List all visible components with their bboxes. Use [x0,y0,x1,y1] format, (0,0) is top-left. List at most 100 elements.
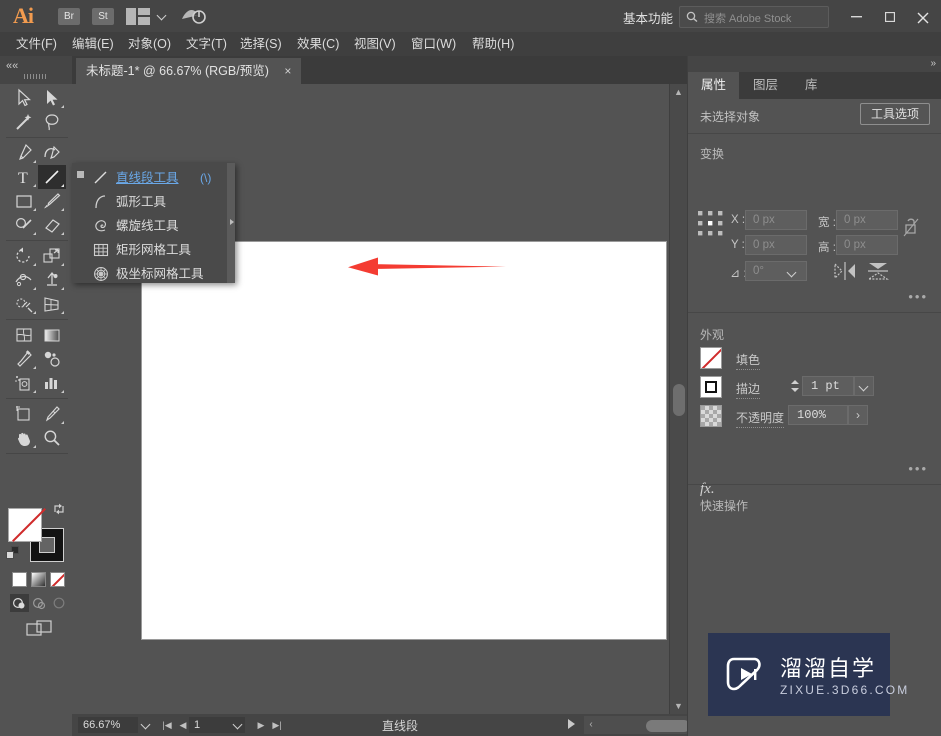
menu-help[interactable]: 帮助(H) [466,32,520,56]
blend-tool[interactable] [38,347,66,371]
angle-chevron-down-icon[interactable] [788,269,797,278]
artboard-chevron-down-icon[interactable] [234,721,243,730]
swap-fill-stroke-icon[interactable] [52,502,66,516]
previous-artboard-button[interactable]: ◀ [176,718,190,732]
close-button[interactable] [906,0,939,32]
rotate-tool[interactable] [10,244,38,268]
menu-object[interactable]: 对象(O) [122,32,177,56]
stroke-black-swatch[interactable] [700,376,722,398]
flip-horizontal-icon[interactable] [833,261,857,284]
width-input[interactable]: 0 px [836,210,898,230]
draw-normal-icon[interactable] [10,594,29,612]
artboard[interactable] [141,241,667,640]
artboard-tool[interactable] [10,402,38,426]
menu-effect[interactable]: 效果(C) [291,32,345,56]
tear-off-handle-icon[interactable] [227,163,235,283]
lasso-tool[interactable] [38,110,66,134]
minimize-button[interactable] [840,0,873,32]
panel-grip-icon[interactable] [24,74,50,79]
next-artboard-button[interactable]: ▶ [254,718,268,732]
default-fill-stroke-icon[interactable] [6,546,21,561]
zoom-chevron-down-icon[interactable] [142,721,151,730]
hand-tool[interactable] [10,426,38,450]
chevron-down-icon[interactable] [158,12,167,21]
type-tool[interactable]: T [10,165,38,189]
eyedropper-tool[interactable] [10,347,38,371]
line-segment-tool[interactable] [38,165,66,189]
tool-options-button[interactable]: 工具选项 [859,103,930,125]
paintbrush-tool[interactable] [38,189,66,213]
last-artboard-button[interactable]: ▶| [270,718,284,732]
scroll-down-icon[interactable]: ▼ [670,698,687,714]
fill-none-swatch[interactable] [700,347,722,369]
reference-point-widget[interactable] [698,211,723,236]
current-tool-label[interactable]: 直线段 [382,717,418,734]
draw-inside-icon[interactable] [50,594,69,612]
bridge-button[interactable]: Br [58,8,80,25]
eraser-tool[interactable] [38,213,66,237]
stroke-options-dropdown[interactable] [854,376,874,396]
symbol-sprayer-tool[interactable] [10,371,38,395]
x-input[interactable]: 0 px [745,210,807,230]
stroke-weight-stepper[interactable] [788,376,801,396]
menu-file[interactable]: 文件(F) [10,32,63,56]
workspace-switcher[interactable]: 基本功能 [623,8,673,27]
height-input[interactable]: 0 px [836,235,898,255]
flyout-item-rectangular-grid-tool[interactable]: 矩形网格工具 [72,238,227,262]
column-graph-tool[interactable] [38,371,66,395]
menu-select[interactable]: 选择(S) [234,32,288,56]
perspective-grid-tool[interactable] [38,292,66,316]
menu-edit[interactable]: 编辑(E) [66,32,120,56]
maximize-button[interactable] [873,0,906,32]
scroll-up-icon[interactable]: ▲ [670,84,687,100]
vertical-scroll-thumb[interactable] [673,384,685,416]
color-swatch-button[interactable] [12,572,27,587]
canvas-vertical-scrollbar[interactable]: ▲ ▼ [669,84,687,714]
none-swatch-button[interactable] [50,572,65,587]
opacity-input[interactable]: 100% [788,405,848,425]
search-input[interactable]: 搜索 Adobe Stock [679,6,829,28]
constrain-proportions-icon[interactable] [903,217,919,242]
pen-tool[interactable] [10,141,38,165]
first-artboard-button[interactable]: |◀ [160,718,174,732]
tab-layers[interactable]: 图层 [740,72,791,99]
angle-input[interactable]: 0° [745,261,807,281]
shape-builder-tool[interactable] [10,292,38,316]
flyout-item-line-segment-tool[interactable]: 直线段工具 (\) [72,166,227,190]
shaper-tool[interactable] [10,213,38,237]
direct-selection-tool[interactable] [38,86,66,110]
slice-tool[interactable] [38,402,66,426]
tab-properties[interactable]: 属性 [688,72,740,99]
change-screen-mode-icon[interactable] [26,620,54,640]
gradient-tool[interactable] [38,323,66,347]
close-icon[interactable]: × [284,64,291,78]
menu-window[interactable]: 窗口(W) [405,32,462,56]
horizontal-scroll-thumb[interactable] [646,720,690,732]
stroke-weight-input[interactable]: 1 pt [802,376,854,396]
draw-behind-icon[interactable] [30,594,49,612]
stock-button[interactable]: St [92,8,114,25]
width-tool[interactable] [10,268,38,292]
curvature-tool[interactable] [38,141,66,165]
gradient-swatch-button[interactable] [31,572,46,587]
transform-more-options-button[interactable]: ••• [908,289,928,304]
creative-cloud-icon[interactable] [180,7,206,26]
opacity-options-button[interactable]: › [848,405,868,425]
selection-tool[interactable] [10,86,38,110]
flyout-item-polar-grid-tool[interactable]: 极坐标网格工具 [72,262,227,286]
zoom-level-input[interactable]: 66.67% [78,717,138,733]
flyout-item-arc-tool[interactable]: 弧形工具 [72,190,227,214]
menu-view[interactable]: 视图(V) [348,32,402,56]
expand-panel-icon[interactable]: » [930,58,936,70]
document-tab[interactable]: 未标题-1* @ 66.67% (RGB/预览) × [76,58,302,84]
transparency-checker-swatch[interactable] [700,405,722,427]
fill-none-swatch[interactable] [8,508,46,542]
flip-vertical-icon[interactable] [866,261,890,284]
tab-libraries[interactable]: 库 [792,72,831,99]
arrange-documents-icon[interactable] [126,8,150,25]
status-expander-icon[interactable] [568,719,575,729]
scroll-left-icon[interactable]: ‹ [585,718,597,732]
mesh-tool[interactable] [10,323,38,347]
zoom-tool[interactable] [38,426,66,450]
appearance-more-options-button[interactable]: ••• [908,461,928,476]
